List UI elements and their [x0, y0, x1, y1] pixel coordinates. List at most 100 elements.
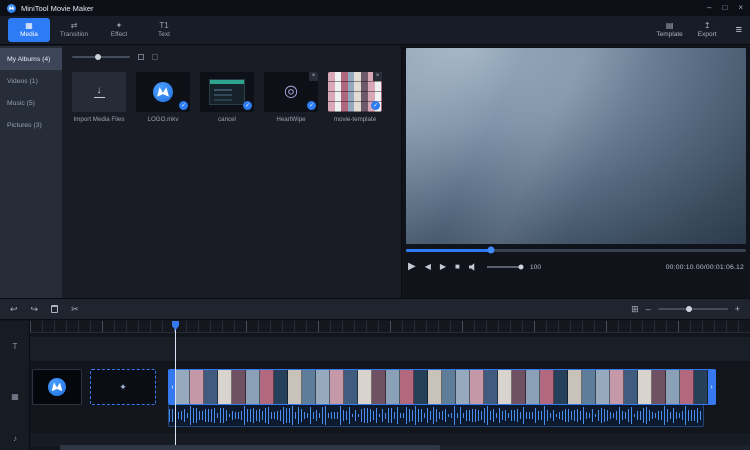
media-item-label: HeartWipe [264, 116, 318, 123]
screenshot-thumbnail [209, 79, 245, 105]
toolbar: ▦ Media ⇄ Transition ✦ Effect T1 Text ▤ … [0, 16, 750, 45]
volume-icon[interactable] [469, 263, 478, 272]
sidebar-item-pictures[interactable]: Pictures (3) [0, 114, 62, 136]
volume-value: 100 [530, 264, 541, 271]
video-track-icon[interactable]: ▦ [0, 393, 30, 401]
redo-button[interactable]: ↪ [31, 305, 39, 314]
tab-media-label: Media [20, 31, 38, 38]
volume-slider-thumb[interactable] [518, 265, 523, 270]
template-button[interactable]: ▤ Template [656, 22, 682, 38]
next-frame-button[interactable]: ▶ [440, 263, 446, 271]
titlebar: MiniTool Movie Maker – □ × [0, 0, 750, 16]
media-item-logo[interactable]: ✓ LOGO.mkv [136, 72, 190, 123]
track-headers: T ▦ ♪ [0, 321, 30, 450]
export-button[interactable]: ↥ Export [698, 22, 717, 38]
tab-effect[interactable]: ✦ Effect [98, 18, 140, 42]
maximize-button[interactable]: □ [722, 4, 727, 12]
timeline-zoom-thumb[interactable] [686, 306, 692, 312]
media-item-label: Import Media Files [72, 116, 126, 123]
tab-media[interactable]: ▦ Media [8, 18, 50, 42]
close-button[interactable]: × [738, 4, 743, 12]
orbit-icon: ◎ [284, 84, 298, 100]
audio-waveform [169, 405, 703, 426]
export-icon: ↥ [704, 22, 711, 30]
minitool-logo-clip-thumbnail [48, 378, 66, 396]
seek-bar[interactable] [406, 249, 746, 252]
grid-view-icon[interactable] [138, 54, 144, 60]
split-button[interactable]: ✂ [71, 305, 79, 314]
remove-badge-icon[interactable]: × [373, 72, 382, 81]
sidebar-item-videos[interactable]: Videos (1) [0, 70, 62, 92]
text-track[interactable] [30, 337, 750, 361]
trim-handle-right[interactable]: › [708, 370, 715, 404]
import-icon: ↓ [94, 86, 105, 98]
filmstrip-frames [169, 370, 715, 404]
preview-panel: ▶ ◀ ▶ ■ 100 00:00:10.00/00:01:06.12 [402, 46, 750, 298]
check-badge-icon[interactable]: ✓ [307, 101, 316, 110]
effect-icon: ✦ [116, 22, 123, 30]
tab-effect-label: Effect [111, 31, 128, 38]
list-view-icon[interactable] [152, 54, 158, 60]
playhead[interactable] [175, 321, 176, 445]
minimize-button[interactable]: – [707, 4, 711, 12]
media-item-label: cancel [200, 116, 254, 123]
previous-frame-button[interactable]: ◀ [425, 263, 431, 271]
timecode: 00:00:10.00/00:01:06.12 [666, 264, 744, 271]
timeline-scrollbar-thumb[interactable] [60, 445, 440, 450]
clip-audio-waveform[interactable] [168, 405, 704, 427]
video-track[interactable]: ✦ ‹ › [30, 369, 750, 427]
seek-progress [406, 249, 491, 252]
seek-thumb[interactable] [488, 247, 495, 254]
check-badge-icon[interactable]: ✓ [371, 101, 380, 110]
app-logo-icon [7, 4, 16, 13]
media-library-panel: ↓ Import Media Files ✓ LOGO.mkv ✓ [62, 46, 402, 298]
app-window: MiniTool Movie Maker – □ × ▦ Media ⇄ Tra… [0, 0, 750, 450]
media-item-movie-template[interactable]: × ✓ movie-template [328, 72, 382, 123]
sidebar-item-music[interactable]: Music (5) [0, 92, 62, 114]
import-media-tile[interactable]: ↓ Import Media Files [72, 72, 126, 123]
text-icon: T1 [159, 22, 168, 30]
audio-track-icon[interactable]: ♪ [0, 435, 30, 443]
transition-icon: ⇄ [71, 22, 78, 30]
timeline-toolbar: ↩ ↪ ✂ ⊞ – + [0, 298, 750, 320]
media-item-cancel[interactable]: ✓ cancel [200, 72, 254, 123]
sparkle-icon: ✦ [119, 382, 127, 393]
timeline: T ▦ ♪ ✦ ‹ › [0, 321, 750, 450]
library-sidebar: My Albums (4) Videos (1) Music (5) Pictu… [0, 46, 62, 298]
remove-badge-icon[interactable]: × [309, 72, 318, 81]
text-track-icon[interactable]: T [0, 343, 30, 351]
clip-main-video[interactable]: ‹ › [168, 369, 716, 405]
play-button[interactable]: ▶ [408, 262, 416, 272]
undo-button[interactable]: ↩ [10, 305, 18, 314]
check-badge-icon[interactable]: ✓ [179, 101, 188, 110]
tab-transition-label: Transition [60, 31, 88, 38]
clip-logo[interactable] [32, 369, 82, 405]
zoom-in-button[interactable]: + [735, 305, 740, 314]
media-item-heartwipe[interactable]: ◎ × ✓ HeartWipe [264, 72, 318, 123]
sidebar-item-my-albums[interactable]: My Albums (4) [0, 48, 62, 70]
thumbnail-size-slider[interactable] [72, 56, 130, 58]
check-badge-icon[interactable]: ✓ [243, 101, 252, 110]
timeline-scrollbar[interactable] [60, 445, 750, 450]
media-icon: ▦ [25, 22, 33, 30]
volume-slider[interactable] [487, 266, 521, 268]
main-area: My Albums (4) Videos (1) Music (5) Pictu… [0, 46, 750, 298]
delete-icon[interactable] [51, 305, 58, 313]
media-thumbnails: ↓ Import Media Files ✓ LOGO.mkv ✓ [72, 72, 391, 123]
minitool-logo-thumbnail [153, 82, 173, 102]
thumbnail-size-slider-thumb[interactable] [95, 54, 101, 60]
volume-fill [487, 266, 521, 268]
media-item-label: movie-template [328, 116, 382, 123]
timeline-ruler[interactable] [30, 321, 750, 333]
tab-transition[interactable]: ⇄ Transition [53, 18, 95, 42]
timeline-tracks: ✦ ‹ › [30, 321, 750, 450]
timeline-zoom-slider[interactable] [658, 308, 728, 310]
menu-icon[interactable]: ≡ [736, 25, 742, 36]
playback-controls: ▶ ◀ ▶ ■ 100 00:00:10.00/00:01:06.12 [406, 256, 746, 278]
zoom-out-button[interactable]: – [646, 305, 651, 314]
template-label: Template [656, 31, 682, 38]
stop-button[interactable]: ■ [455, 263, 460, 271]
tab-text[interactable]: T1 Text [143, 18, 185, 42]
zoom-fit-icon[interactable]: ⊞ [631, 305, 639, 314]
clip-transition[interactable]: ✦ [90, 369, 156, 405]
